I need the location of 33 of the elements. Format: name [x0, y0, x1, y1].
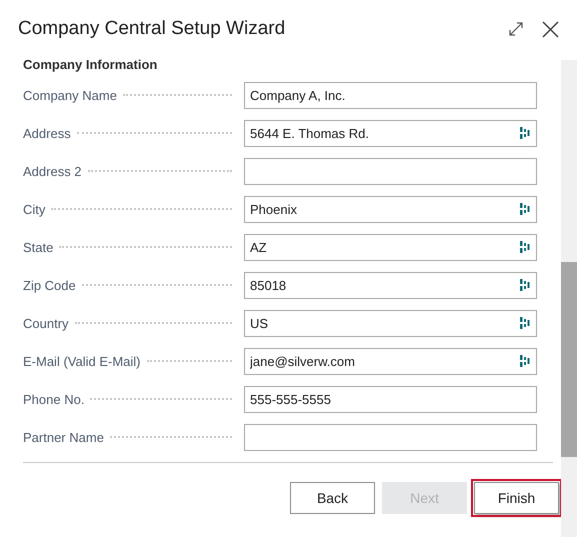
text-field[interactable]: Company A, Inc.: [244, 82, 537, 108]
section-title: Company Information: [23, 58, 158, 72]
window-title: Company Central Setup Wizard: [18, 18, 286, 40]
field-label: Address: [23, 126, 71, 140]
highlighted-button[interactable]: Finish: [474, 482, 559, 514]
text-field[interactable]: jane@silverw.com: [244, 348, 537, 374]
lookup-icon[interactable]: [519, 126, 531, 140]
text-field[interactable]: 555-555-5555: [244, 386, 537, 412]
lookup-icon[interactable]: [519, 354, 531, 368]
field-label: E-Mail (Valid E-Mail): [23, 354, 140, 368]
lookup-icon[interactable]: [519, 278, 531, 292]
field-label: Company Name: [23, 88, 117, 102]
close-icon[interactable]: [542, 20, 559, 38]
text-field[interactable]: 5644 E. Thomas Rd.: [244, 120, 537, 146]
field-label: City: [23, 202, 46, 216]
field-label: Zip Code: [23, 278, 76, 292]
lookup-icon[interactable]: [519, 240, 531, 254]
field-label: Country: [23, 316, 69, 330]
lookup-icon[interactable]: [519, 202, 531, 216]
text-field[interactable]: Phoenix: [244, 196, 537, 222]
scrollbar[interactable]: [561, 60, 577, 537]
field-label: Phone No.: [23, 392, 84, 406]
field-label: Partner Name: [23, 430, 104, 444]
text-field[interactable]: [244, 424, 537, 450]
lookup-icon[interactable]: [519, 316, 531, 330]
field-label: State: [23, 240, 54, 254]
text-field[interactable]: [244, 158, 537, 184]
text-field[interactable]: 85018: [244, 272, 537, 298]
field-label: Address 2: [23, 164, 82, 178]
expand-icon[interactable]: [508, 21, 524, 37]
wizard-button[interactable]: Back: [290, 482, 375, 514]
text-field[interactable]: AZ: [244, 234, 537, 260]
text-field[interactable]: US: [244, 310, 537, 336]
